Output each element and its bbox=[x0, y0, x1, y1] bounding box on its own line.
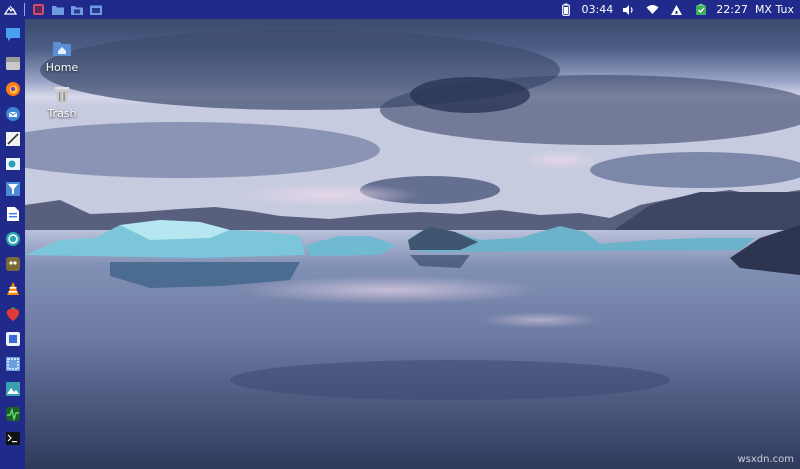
watermark: wsxdn.com bbox=[737, 454, 794, 465]
vlc-icon[interactable] bbox=[3, 279, 22, 298]
window-icon[interactable] bbox=[87, 1, 104, 18]
clock[interactable]: 22:27 bbox=[716, 3, 748, 16]
package-installer-icon[interactable] bbox=[3, 329, 22, 348]
screenshot-icon[interactable] bbox=[3, 354, 22, 373]
battery-time: 03:44 bbox=[581, 3, 614, 16]
document-viewer-icon[interactable] bbox=[3, 154, 22, 173]
chat-icon[interactable] bbox=[3, 25, 22, 44]
package-icon[interactable] bbox=[692, 1, 709, 18]
writer-icon[interactable] bbox=[3, 204, 22, 223]
text-editor-icon[interactable] bbox=[3, 129, 22, 148]
update-manager-icon[interactable] bbox=[3, 229, 22, 248]
desktop-wallpaper bbox=[0, 0, 800, 469]
battery-icon[interactable] bbox=[558, 1, 575, 18]
wifi-icon[interactable] bbox=[644, 1, 661, 18]
desktop-icon-label: Home bbox=[45, 61, 79, 74]
system-monitor-icon[interactable] bbox=[3, 404, 22, 423]
panel-separator bbox=[24, 3, 25, 16]
desktop-icon-home[interactable]: Home bbox=[32, 38, 92, 74]
thunderbird-icon[interactable] bbox=[3, 104, 22, 123]
terminal-icon[interactable] bbox=[3, 429, 22, 448]
update-icon[interactable] bbox=[668, 1, 685, 18]
left-dock bbox=[0, 19, 25, 469]
mx-logo-icon[interactable] bbox=[2, 1, 19, 18]
conky-icon[interactable] bbox=[3, 254, 22, 273]
strawberry-icon[interactable] bbox=[3, 304, 22, 323]
folder-icon[interactable] bbox=[49, 1, 66, 18]
drive-icon[interactable] bbox=[3, 54, 22, 73]
trash-icon bbox=[55, 87, 69, 103]
image-viewer-icon[interactable] bbox=[3, 379, 22, 398]
top-panel: 03:44 22:27 MX Tux bbox=[0, 0, 800, 19]
desktop-icon-label: Trash bbox=[47, 107, 77, 120]
file-manager-icon[interactable] bbox=[68, 1, 85, 18]
filter-icon[interactable] bbox=[3, 179, 22, 198]
app-menu-icon[interactable] bbox=[30, 1, 47, 18]
volume-icon[interactable] bbox=[620, 1, 637, 18]
desktop-icon-trash[interactable]: Trash bbox=[32, 84, 92, 120]
user-name[interactable]: MX Tux bbox=[755, 3, 794, 16]
home-folder-icon bbox=[53, 42, 71, 56]
firefox-icon[interactable] bbox=[3, 79, 22, 98]
